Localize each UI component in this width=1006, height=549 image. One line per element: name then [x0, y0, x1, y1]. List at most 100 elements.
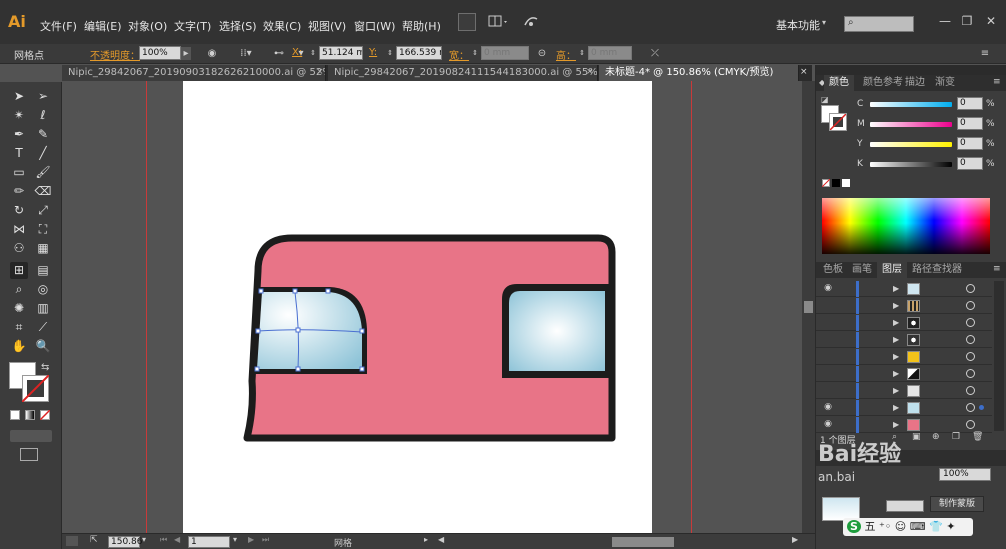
magenta-input[interactable]: 0	[957, 117, 983, 130]
y-stepper-icon[interactable]: ⇕	[386, 47, 394, 60]
layer-row[interactable]: ▶	[816, 332, 992, 348]
transparency-opacity-input[interactable]: 100%	[939, 468, 991, 481]
panel-menu-icon[interactable]: ≡	[978, 47, 992, 60]
target-circle-icon[interactable]	[966, 301, 975, 310]
isolate-icon[interactable]: ⤫	[648, 47, 662, 60]
status-menu-icon[interactable]: ▸	[424, 535, 428, 544]
stroke-swatch[interactable]	[22, 375, 49, 402]
gradient-tool-icon[interactable]: ▤	[34, 262, 52, 279]
layer-row[interactable]: ▶	[816, 366, 992, 382]
column-graph-tool-icon[interactable]: ▥	[34, 300, 52, 317]
delete-layer-icon[interactable]: 🗑	[972, 432, 983, 442]
ime-toolbar[interactable]: S 五 ⁺◦ ☺ ⌨ 👕 ✦	[843, 518, 973, 536]
magic-wand-tool-icon[interactable]: ✴	[10, 107, 28, 124]
layer-row[interactable]: ◉ ▶	[816, 417, 992, 433]
expand-arrow-icon[interactable]: ▶	[893, 386, 899, 395]
tab-color[interactable]: 颜色	[824, 75, 854, 91]
expand-arrow-icon[interactable]: ▶	[893, 352, 899, 361]
scroll-right-icon[interactable]: ▶	[792, 535, 798, 544]
ime-keyboard-icon[interactable]: ⌨	[910, 520, 926, 533]
x-stepper-icon[interactable]: ⇕	[309, 47, 317, 60]
panel-menu-icon[interactable]: ≡	[993, 77, 1001, 87]
new-layer-icon[interactable]: ❐	[952, 432, 960, 442]
tab-stroke[interactable]: 描边	[900, 75, 930, 91]
ime-settings-icon[interactable]: ✦	[946, 520, 955, 533]
none-mode-icon[interactable]	[40, 410, 50, 420]
color-stroke-swatch[interactable]	[829, 113, 847, 131]
transform-reference-icon[interactable]: ⁞⁞▾	[236, 47, 256, 60]
make-clipping-mask-icon[interactable]: ▣	[912, 432, 921, 442]
menu-object[interactable]: 对象(O)	[128, 18, 167, 34]
black-swatch[interactable]	[832, 179, 840, 187]
right-window-glass[interactable]	[509, 291, 605, 371]
minimize-icon[interactable]: —	[938, 14, 952, 28]
rotate-tool-icon[interactable]: ↻	[10, 202, 28, 219]
workspace-switcher[interactable]: 基本功能	[776, 17, 820, 33]
anchor-convert-icon[interactable]: ⊷	[270, 47, 288, 60]
menu-effect[interactable]: 效果(C)	[263, 18, 301, 34]
yellow-slider[interactable]	[870, 142, 952, 147]
share-icon[interactable]: ⇱	[90, 535, 98, 545]
menu-file[interactable]: 文件(F)	[40, 18, 77, 34]
magenta-slider[interactable]	[870, 122, 952, 127]
target-circle-icon[interactable]	[966, 420, 975, 429]
black-slider[interactable]	[870, 162, 952, 167]
slice-tool-icon[interactable]: ⟋	[34, 319, 52, 336]
close-tab-icon[interactable]: ×	[316, 67, 324, 77]
target-circle-icon[interactable]	[966, 369, 975, 378]
prev-page-icon[interactable]: ◀	[174, 535, 180, 544]
type-tool-icon[interactable]: T	[10, 145, 28, 162]
y-input[interactable]: 166.539 m	[396, 46, 442, 60]
expand-arrow-icon[interactable]: ▶	[893, 301, 899, 310]
visibility-eye-icon[interactable]: ◉	[822, 419, 834, 430]
shape-builder-tool-icon[interactable]: ⚇	[10, 240, 28, 257]
none-swatch[interactable]	[822, 179, 830, 187]
constrain-proportions-icon[interactable]: ⊝	[535, 47, 549, 60]
default-colors-icon[interactable]: ◪	[821, 95, 829, 104]
menu-type[interactable]: 文字(T)	[174, 18, 211, 34]
canvas-area[interactable]	[62, 81, 802, 533]
pen-tool-icon[interactable]: ✒	[10, 126, 28, 143]
screen-mode-icon[interactable]	[20, 448, 38, 461]
make-mask-button[interactable]: 制作蒙版	[930, 496, 984, 512]
ime-skin-icon[interactable]: 👕	[929, 520, 943, 533]
target-circle-icon[interactable]	[966, 318, 975, 327]
first-page-icon[interactable]: ⏮	[160, 535, 167, 545]
hand-tool-icon[interactable]: ✋	[10, 338, 28, 355]
menu-window[interactable]: 窗口(W)	[354, 18, 395, 34]
tab-document-2[interactable]: Nipic_29842067_20190824111544183000.ai @…	[328, 65, 598, 81]
layer-row[interactable]: ◉ ▶	[816, 400, 992, 416]
ime-punct-icon[interactable]: ⁺◦	[879, 520, 891, 533]
expand-arrow-icon[interactable]: ▶	[893, 318, 899, 327]
perspective-grid-tool-icon[interactable]: ▦	[34, 240, 52, 257]
arrange-documents-icon[interactable]	[488, 13, 510, 31]
rectangle-tool-icon[interactable]: ▭	[10, 164, 28, 181]
y-label[interactable]: Y:	[369, 47, 377, 58]
layer-row[interactable]: ◉ ▶	[816, 281, 992, 297]
mesh-tool-icon[interactable]: ⊞	[10, 262, 28, 279]
preview-toggle-icon[interactable]	[66, 536, 78, 546]
pencil-tool-icon[interactable]: ✏	[10, 183, 28, 200]
gpu-performance-icon[interactable]	[522, 13, 540, 31]
selected-art-indicator[interactable]	[979, 405, 984, 410]
scale-tool-icon[interactable]: ⤢	[34, 202, 52, 219]
mask-input[interactable]	[886, 500, 924, 512]
paintbrush-tool-icon[interactable]: 🖌	[34, 164, 52, 181]
scroll-left-icon[interactable]: ◀	[438, 535, 444, 544]
target-circle-icon[interactable]	[966, 335, 975, 344]
zoom-input[interactable]: 150.86	[108, 536, 143, 548]
white-swatch[interactable]	[842, 179, 850, 187]
bridge-icon[interactable]	[458, 13, 476, 31]
menu-select[interactable]: 选择(S)	[219, 18, 257, 34]
target-circle-icon[interactable]	[966, 352, 975, 361]
yellow-input[interactable]: 0	[957, 137, 983, 150]
layer-row[interactable]: ▶	[816, 383, 992, 399]
draw-mode-icon[interactable]	[10, 430, 52, 442]
gradient-mode-icon[interactable]	[25, 410, 35, 420]
target-circle-icon[interactable]	[966, 386, 975, 395]
vertical-scrollbar[interactable]	[802, 81, 815, 533]
expand-arrow-icon[interactable]: ▶	[893, 284, 899, 293]
close-tab-icon[interactable]: ×	[800, 67, 808, 77]
layer-row[interactable]: ▶	[816, 349, 992, 365]
target-circle-icon[interactable]	[966, 403, 975, 412]
